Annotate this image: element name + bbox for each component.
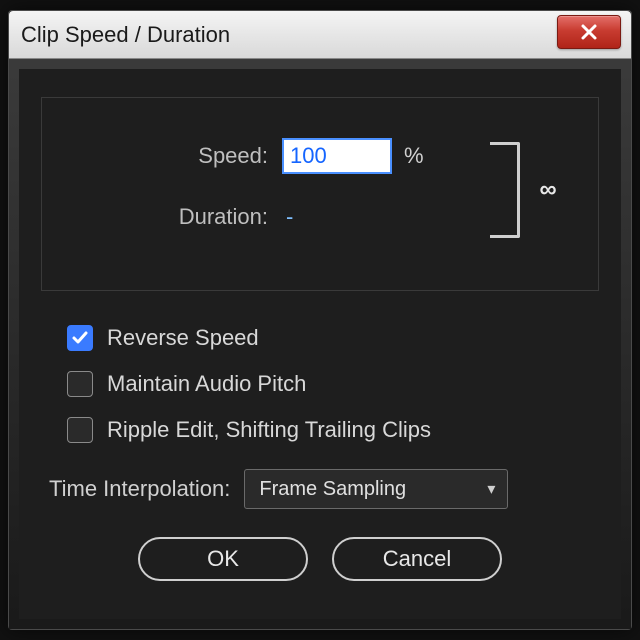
checkbox-label: Reverse Speed	[107, 325, 259, 351]
cancel-button[interactable]: Cancel	[332, 537, 502, 581]
chevron-down-icon: ▾	[487, 479, 495, 499]
checkbox-box	[67, 325, 93, 351]
time-interpolation-label: Time Interpolation:	[49, 476, 230, 502]
maintain-audio-pitch-checkbox[interactable]: Maintain Audio Pitch	[67, 371, 599, 397]
checkbox-box	[67, 417, 93, 443]
link-bracket	[490, 142, 520, 238]
speed-unit: %	[404, 143, 424, 169]
duration-label: Duration:	[72, 204, 282, 230]
checkbox-label: Maintain Audio Pitch	[107, 371, 306, 397]
close-button[interactable]	[557, 15, 621, 49]
speed-duration-group: Speed: % Duration: - ∞	[41, 97, 599, 291]
duration-value[interactable]: -	[282, 204, 293, 230]
dialog-window: Clip Speed / Duration Speed: % Duration:…	[8, 10, 632, 630]
checkbox-list: Reverse Speed Maintain Audio Pitch Rippl…	[67, 325, 599, 443]
button-row: OK Cancel	[41, 537, 599, 581]
checkmark-icon	[71, 329, 89, 347]
time-interpolation-select[interactable]: Frame Sampling ▾	[244, 469, 508, 509]
ripple-edit-checkbox[interactable]: Ripple Edit, Shifting Trailing Clips	[67, 417, 599, 443]
link-icon[interactable]: ∞	[534, 176, 562, 204]
checkbox-box	[67, 371, 93, 397]
dialog-body: Speed: % Duration: - ∞ Reverse Speed	[9, 59, 631, 629]
close-icon	[580, 23, 598, 41]
checkbox-label: Ripple Edit, Shifting Trailing Clips	[107, 417, 431, 443]
time-interpolation-row: Time Interpolation: Frame Sampling ▾	[49, 469, 599, 509]
select-value: Frame Sampling	[259, 478, 406, 501]
titlebar-title: Clip Speed / Duration	[21, 22, 230, 48]
titlebar[interactable]: Clip Speed / Duration	[9, 11, 631, 59]
speed-input[interactable]	[282, 138, 392, 174]
reverse-speed-checkbox[interactable]: Reverse Speed	[67, 325, 599, 351]
ok-button[interactable]: OK	[138, 537, 308, 581]
speed-label: Speed:	[72, 143, 282, 169]
